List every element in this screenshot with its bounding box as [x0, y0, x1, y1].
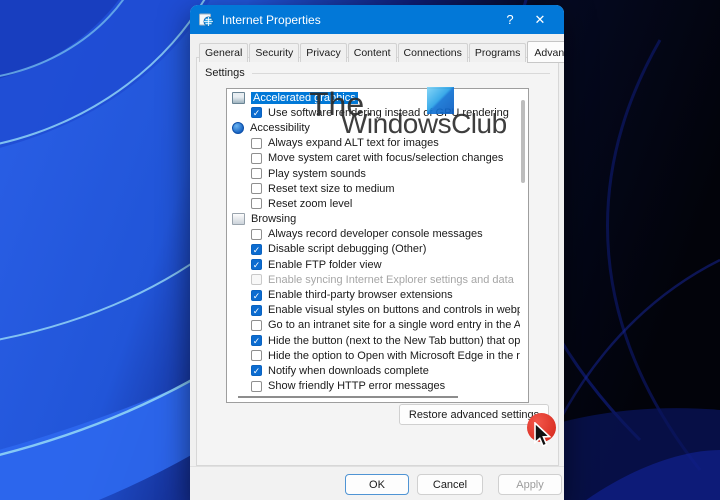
ok-button[interactable]: OK — [345, 474, 409, 495]
arrow-cursor-icon — [533, 422, 553, 450]
checkbox-checked-icon[interactable]: ✓ — [251, 259, 262, 270]
browsing-icon — [232, 213, 245, 225]
tab-content[interactable]: Content — [348, 43, 397, 62]
checkbox-unchecked-icon[interactable] — [251, 229, 262, 240]
section-label: Browsing — [251, 213, 296, 225]
tab-security[interactable]: Security — [249, 43, 299, 62]
dialog-footer: OK Cancel Apply — [190, 466, 564, 500]
checkbox-unchecked-icon[interactable] — [251, 198, 262, 209]
settings-group-label: Settings — [205, 67, 245, 79]
dialog-title: Internet Properties — [222, 13, 495, 27]
checkbox-unchecked-icon[interactable] — [251, 138, 262, 149]
checkbox-label: Notify when downloads complete — [268, 365, 429, 377]
tree-checkbox-row[interactable]: ✓ Hide the button (next to the New Tab bu… — [227, 333, 520, 348]
tree-checkbox-row[interactable]: ✓ Enable visual styles on buttons and con… — [227, 303, 520, 318]
tab-advanced[interactable]: Advanced — [527, 41, 564, 63]
close-button[interactable]: ✕ — [525, 12, 555, 28]
tree-checkbox-row[interactable]: Always record developer console messages — [227, 227, 520, 242]
checkbox-label: Enable visual styles on buttons and cont… — [268, 304, 520, 316]
tree-section-row[interactable]: Accelerated graphics — [227, 90, 520, 105]
checkbox-checked-icon[interactable]: ✓ — [251, 244, 262, 255]
graphics-monitor-icon — [232, 92, 245, 104]
checkbox-label: Hide the option to Open with Microsoft E… — [268, 350, 520, 362]
tree-section-row[interactable]: Browsing — [227, 212, 520, 227]
restore-advanced-settings-button[interactable]: Restore advanced settings — [399, 404, 549, 425]
tab-privacy[interactable]: Privacy — [300, 43, 346, 62]
checkbox-unchecked-icon[interactable] — [251, 183, 262, 194]
checkbox-label: Move system caret with focus/selection c… — [268, 152, 503, 164]
checkbox-label: Show friendly HTTP error messages — [268, 380, 445, 392]
accessibility-icon — [232, 122, 244, 134]
tab-connections[interactable]: Connections — [398, 43, 468, 62]
tree-checkbox-row[interactable]: Always expand ALT text for images — [227, 136, 520, 151]
checkbox-unchecked-icon[interactable] — [251, 350, 262, 361]
advanced-settings-list[interactable]: Accelerated graphics ✓ Use software render… — [226, 88, 529, 403]
internet-properties-icon — [199, 13, 214, 27]
checkbox-checked-icon[interactable]: ✓ — [251, 107, 262, 118]
checkbox-label: Disable script debugging (Other) — [268, 243, 426, 255]
cancel-button[interactable]: Cancel — [417, 474, 483, 495]
tree-checkbox-row[interactable]: ✓ Disable script debugging (Other) — [227, 242, 520, 257]
tree-checkbox-row[interactable]: Reset text size to medium — [227, 181, 520, 196]
tree-checkbox-row[interactable]: Reset zoom level — [227, 196, 520, 211]
checkbox-label: Enable third-party browser extensions — [268, 289, 453, 301]
help-button[interactable]: ? — [495, 12, 525, 27]
vertical-scrollbar-thumb[interactable] — [521, 100, 525, 183]
checkbox-label: Go to an intranet site for a single word… — [268, 319, 520, 331]
checkbox-label: Always record developer console messages — [268, 228, 483, 240]
tree-checkbox-row[interactable]: Hide the option to Open with Microsoft E… — [227, 348, 520, 363]
checkbox-checked-icon[interactable]: ✓ — [251, 335, 262, 346]
checkbox-label: Always expand ALT text for images — [268, 137, 439, 149]
checkbox-label: Play system sounds — [268, 168, 366, 180]
tab-strip: GeneralSecurityPrivacyContentConnections… — [199, 39, 564, 62]
settings-group: Settings — [205, 67, 550, 79]
checkbox-checked-icon[interactable]: ✓ — [251, 365, 262, 376]
checkbox-unchecked-icon[interactable] — [251, 320, 262, 331]
internet-properties-dialog: Internet Properties ? ✕ GeneralSecurityP… — [190, 5, 564, 500]
checkbox-label: Reset text size to medium — [268, 183, 395, 195]
checkbox-unchecked-icon[interactable] — [251, 153, 262, 164]
checkbox-disabled-icon[interactable] — [251, 274, 262, 285]
tree-checkbox-row[interactable]: Enable syncing Internet Explorer setting… — [227, 272, 520, 287]
settings-group-line — [252, 73, 550, 74]
checkbox-label: Reset zoom level — [268, 198, 352, 210]
tree-checkbox-row[interactable]: Move system caret with focus/selection c… — [227, 151, 520, 166]
checkbox-unchecked-icon[interactable] — [251, 381, 262, 392]
advanced-tab-page: Settings Accelerated graphics ✓ Use softwa… — [196, 57, 559, 466]
tree-checkbox-row[interactable]: Go to an intranet site for a single word… — [227, 318, 520, 333]
tree-section-row[interactable]: Accessibility — [227, 120, 520, 135]
tree-checkbox-row[interactable]: ✓ Use software rendering instead of GPU r… — [227, 105, 520, 120]
desktop: Internet Properties ? ✕ GeneralSecurityP… — [0, 0, 720, 500]
tab-programs[interactable]: Programs — [469, 43, 527, 62]
dialog-titlebar[interactable]: Internet Properties ? ✕ — [190, 5, 564, 34]
checkbox-label: Use software rendering instead of GPU re… — [268, 107, 509, 119]
apply-button[interactable]: Apply — [498, 474, 562, 495]
tree-checkbox-row[interactable]: Play system sounds — [227, 166, 520, 181]
checkbox-checked-icon[interactable]: ✓ — [251, 305, 262, 316]
checkbox-label: Hide the button (next to the New Tab but… — [268, 335, 520, 347]
checkbox-label: Enable syncing Internet Explorer setting… — [268, 274, 514, 286]
tree-checkbox-row[interactable]: ✓ Enable third-party browser extensions — [227, 287, 520, 302]
tab-general[interactable]: General — [199, 43, 248, 62]
checkbox-label: Enable FTP folder view — [268, 259, 382, 271]
tree-checkbox-row[interactable]: ✓ Notify when downloads complete — [227, 363, 520, 378]
horizontal-scrollbar-thumb[interactable] — [238, 396, 458, 398]
tree-checkbox-row[interactable]: ✓ Enable FTP folder view — [227, 257, 520, 272]
checkbox-unchecked-icon[interactable] — [251, 168, 262, 179]
section-label: Accelerated graphics — [251, 92, 358, 104]
checkbox-checked-icon[interactable]: ✓ — [251, 290, 262, 301]
tree-checkbox-row[interactable]: Show friendly HTTP error messages — [227, 379, 520, 394]
section-label: Accessibility — [250, 122, 310, 134]
